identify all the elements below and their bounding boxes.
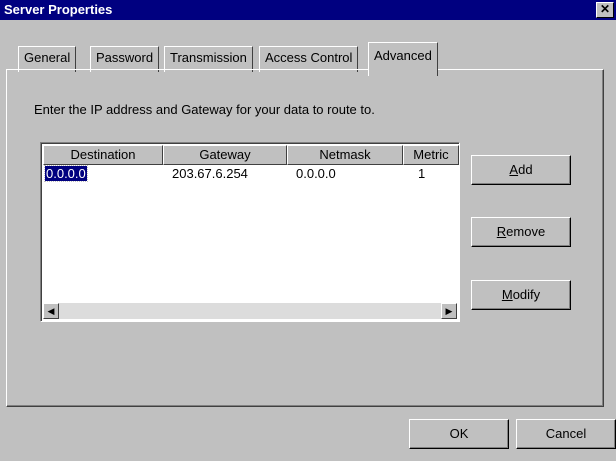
close-icon: ✕: [599, 2, 611, 16]
add-button[interactable]: Add: [471, 155, 571, 185]
cell-gateway: 203.67.6.254: [172, 166, 248, 181]
close-button[interactable]: ✕: [596, 2, 614, 18]
horizontal-scrollbar[interactable]: ◀ ▶: [43, 303, 457, 319]
cell-netmask: 0.0.0.0: [296, 166, 336, 181]
tab-advanced[interactable]: Advanced: [368, 42, 438, 76]
column-header-netmask[interactable]: Netmask: [287, 145, 403, 165]
scroll-left-button[interactable]: ◀: [43, 303, 59, 319]
column-header-destination[interactable]: Destination: [43, 145, 163, 165]
column-header-metric[interactable]: Metric: [403, 145, 459, 165]
window-title: Server Properties: [4, 2, 113, 17]
selected-destination: 0.0.0.0: [44, 165, 88, 182]
routes-listview[interactable]: Destination Gateway Netmask Metric 0.0.0…: [40, 142, 460, 322]
ok-button[interactable]: OK: [409, 419, 509, 449]
title-bar: Server Properties ✕: [0, 0, 616, 20]
column-header-gateway[interactable]: Gateway: [163, 145, 287, 165]
instruction-text: Enter the IP address and Gateway for you…: [34, 102, 375, 117]
right-arrow-icon: ▶: [445, 306, 453, 316]
remove-button[interactable]: Remove: [471, 217, 571, 247]
left-arrow-icon: ◀: [47, 306, 55, 316]
cell-metric: 1: [418, 166, 426, 181]
scroll-right-button[interactable]: ▶: [441, 303, 457, 319]
cell-destination: 0.0.0.0: [44, 165, 88, 182]
cancel-button[interactable]: Cancel: [516, 419, 616, 449]
modify-button[interactable]: Modify: [471, 280, 571, 310]
